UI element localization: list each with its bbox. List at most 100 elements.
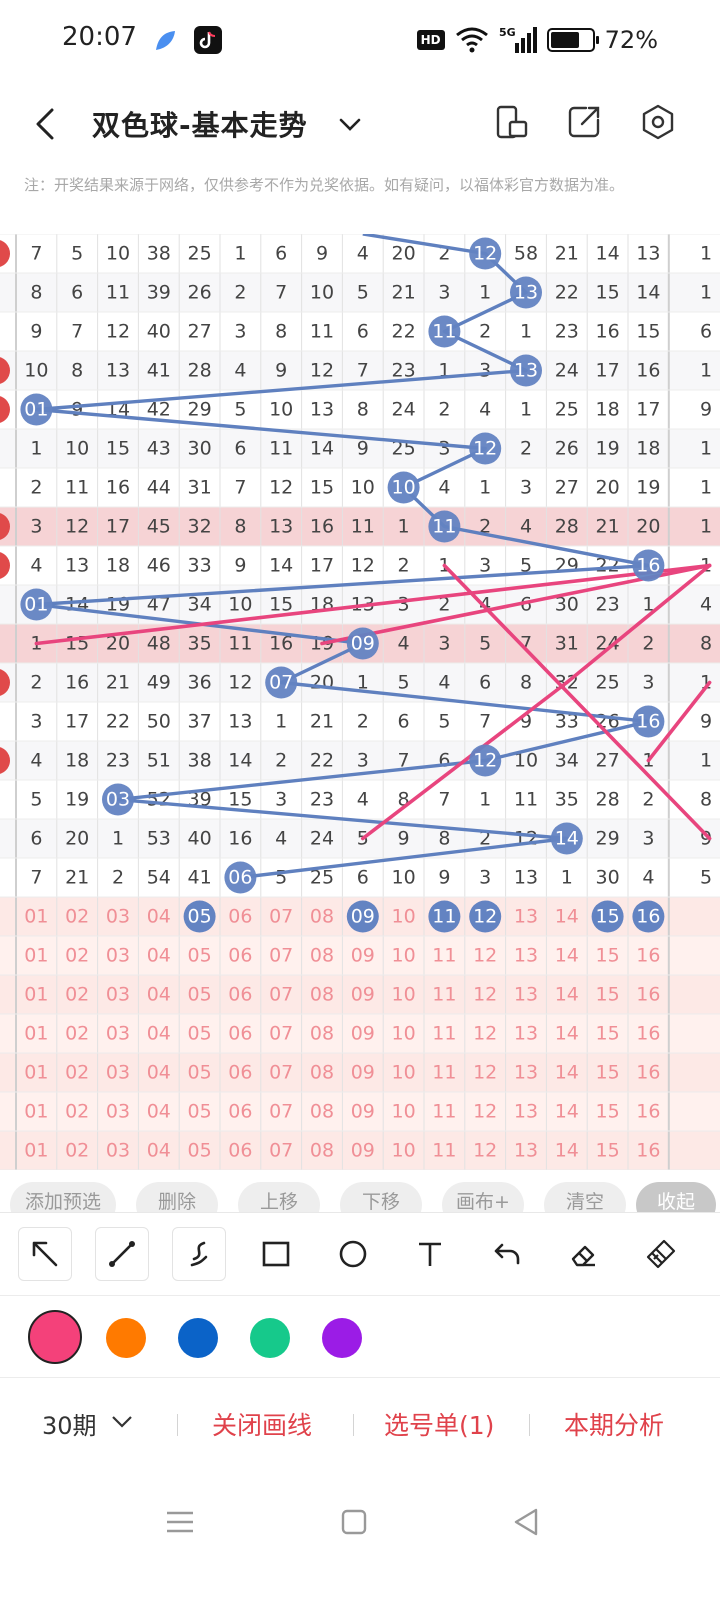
pick-cell: 01 — [24, 984, 48, 1006]
clear-button[interactable]: 清空 — [544, 1182, 626, 1212]
pick-cell: 14 — [555, 1101, 579, 1123]
grid-cell: 3 — [438, 282, 450, 304]
pick-cell: 10 — [392, 1023, 416, 1045]
grid-cell: 27 — [555, 477, 579, 499]
grid-cell: 12 — [269, 477, 293, 499]
menu-icon[interactable] — [162, 1504, 198, 1540]
line-tool-button[interactable] — [95, 1227, 149, 1281]
color-swatch-blue[interactable] — [178, 1318, 218, 1358]
grid-cell: 24 — [310, 828, 334, 850]
grid-cell: 23 — [310, 789, 334, 811]
title-bar: 双色球-基本走势 — [0, 84, 720, 164]
screen-rotate-icon[interactable] — [492, 102, 532, 142]
canvas-plus-button[interactable]: 画布+ — [442, 1182, 524, 1212]
grid-cell: 17 — [636, 399, 660, 421]
grid-cell: 1 — [479, 477, 491, 499]
trend-chart-grid[interactable]: 7 5 10 38 25 1 6 9 4 20 2 58 21 14 13 1 8 6 11 39 26 2 7 10 5 21 3… — [0, 234, 720, 1170]
grid-cell: 4 — [642, 867, 654, 889]
pick-cell: 08 — [310, 984, 334, 1006]
grid-cell: 23 — [106, 750, 130, 772]
color-swatch-orange[interactable] — [106, 1318, 146, 1358]
grid-cell: 22 — [555, 282, 579, 304]
pick-cell: 02 — [65, 906, 89, 928]
rectangle-tool-button[interactable] — [249, 1227, 303, 1281]
pick-list-button[interactable]: 选号单(1) — [384, 1406, 494, 1442]
drawing-tool-bar — [0, 1212, 720, 1296]
marked-number-label: 11 — [432, 321, 456, 343]
color-swatch-green[interactable] — [250, 1318, 290, 1358]
trend-chart-canvas[interactable]: 7 5 10 38 25 1 6 9 4 20 2 58 21 14 13 18 6 11 39 26 2 7 10 5 21 3… — [0, 234, 720, 1170]
grid-cell: 28 — [188, 360, 212, 382]
page-title[interactable]: 双色球-基本走势 — [92, 104, 308, 144]
pick-cell: 14 — [555, 984, 579, 1006]
grid-cell: 18 — [596, 399, 620, 421]
grid-cell: 23 — [596, 594, 620, 616]
grid-cell: 17 — [106, 516, 130, 538]
grid-cell: 27 — [596, 750, 620, 772]
close-drawing-button[interactable]: 关闭画线 — [212, 1406, 312, 1442]
collapse-button[interactable]: 收起 — [636, 1182, 716, 1212]
grid-cell: 3 — [275, 789, 287, 811]
clear-brush-button[interactable] — [634, 1227, 688, 1281]
undo-button[interactable] — [480, 1227, 534, 1281]
eraser-button[interactable] — [557, 1227, 611, 1281]
text-tool-button[interactable] — [403, 1227, 457, 1281]
grid-cell: 20 — [65, 828, 89, 850]
grid-cell: 20 — [392, 243, 416, 265]
pick-cell: 03 — [106, 1140, 130, 1162]
grid-cell: 13 — [65, 555, 89, 577]
chevron-down-icon[interactable] — [110, 1412, 134, 1432]
chevron-down-icon[interactable] — [336, 110, 364, 138]
divider — [529, 1414, 530, 1436]
pick-cell: 09 — [351, 984, 375, 1006]
grid-cell: 1 — [479, 789, 491, 811]
grid-cell: 11 — [106, 282, 130, 304]
grid-cell: 9 — [316, 243, 328, 265]
grid-cell: 31 — [555, 633, 579, 655]
color-swatch-pink[interactable] — [28, 1310, 82, 1364]
settings-icon[interactable] — [638, 102, 678, 142]
move-down-button[interactable]: 下移 — [340, 1182, 422, 1212]
grid-cell: 26 — [188, 282, 212, 304]
back-nav-icon[interactable] — [508, 1504, 544, 1540]
home-icon[interactable] — [336, 1504, 372, 1540]
grid-cell: 48 — [147, 633, 171, 655]
share-icon[interactable] — [564, 102, 604, 142]
grid-cell: 15 — [596, 282, 620, 304]
color-swatch-purple[interactable] — [322, 1318, 362, 1358]
pick-cell: 14 — [555, 1140, 579, 1162]
pick-cell: 08 — [310, 1023, 334, 1045]
grid-cell: 5 — [30, 789, 42, 811]
grid-cell: 7 — [234, 477, 246, 499]
grid-cell: 12 — [106, 321, 130, 343]
delete-button[interactable]: 删除 — [136, 1182, 218, 1212]
grid-cell: 37 — [188, 711, 212, 733]
add-preset-button[interactable]: 添加预选 — [10, 1182, 116, 1212]
grid-cell: 14 — [269, 555, 293, 577]
grid-cell: 20 — [310, 672, 334, 694]
move-up-button[interactable]: 上移 — [238, 1182, 320, 1212]
grid-cell: 1 — [479, 282, 491, 304]
period-analysis-button[interactable]: 本期分析 — [564, 1406, 664, 1442]
bottom-action-bar: 30期 关闭画线 选号单(1) 本期分析 — [0, 1378, 720, 1468]
grid-cell: 12 — [310, 360, 334, 382]
grid-cell: 28 — [555, 516, 579, 538]
period-selector[interactable]: 30期 — [42, 1406, 97, 1441]
curve-tool-icon — [190, 1241, 208, 1267]
pick-cell: 11 — [432, 1140, 456, 1162]
curve-tool-button[interactable] — [172, 1227, 226, 1281]
grid-cell: 14 — [596, 243, 620, 265]
grid-cell: 3 — [438, 438, 450, 460]
circle-tool-button[interactable] — [326, 1227, 380, 1281]
grid-cell: 8 — [234, 516, 246, 538]
marked-number-label: 12 — [473, 243, 497, 265]
grid-cell: 30 — [188, 438, 212, 460]
pick-cell: 07 — [269, 984, 293, 1006]
pick-cell: 07 — [269, 906, 293, 928]
pick-cell: 16 — [636, 1140, 660, 1162]
back-icon[interactable] — [30, 104, 60, 144]
arrow-tool-button[interactable] — [18, 1227, 72, 1281]
pick-cell: 15 — [596, 1062, 620, 1084]
grid-cell: 19 — [65, 789, 89, 811]
pick-cell: 13 — [514, 906, 538, 928]
